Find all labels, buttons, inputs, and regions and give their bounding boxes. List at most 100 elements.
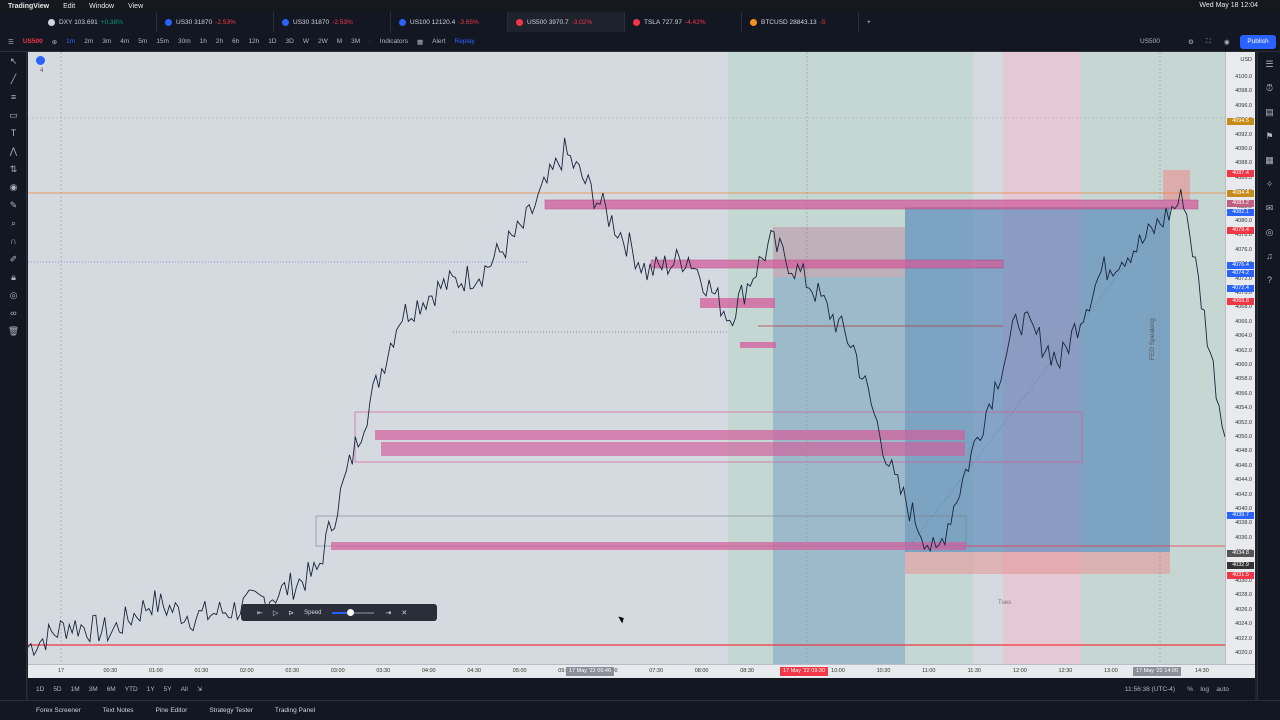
range-all[interactable]: All — [181, 686, 188, 693]
range-6m[interactable]: 6M — [107, 686, 116, 693]
bar-style-icon[interactable]: ⫶ — [369, 38, 371, 46]
menu-window[interactable]: Window — [89, 3, 114, 10]
tab-us30-2[interactable]: US30 31870 -2.53% — [274, 12, 391, 32]
magnet-icon[interactable]: ∩ — [0, 232, 27, 250]
app-name[interactable]: TradingView — [8, 3, 49, 10]
eye-icon[interactable]: ◉ — [0, 178, 27, 196]
menu-edit[interactable]: Edit — [63, 3, 75, 10]
interval-30m[interactable]: 30m — [178, 38, 191, 45]
price-axis[interactable]: USD 4100.04098.04096.04094.04092.04090.0… — [1225, 52, 1255, 664]
chat-icon[interactable]: ✉ — [1258, 196, 1280, 220]
interval-w[interactable]: W — [303, 38, 309, 45]
zone-box[interactable] — [331, 542, 966, 550]
watchlist-icon[interactable]: ☰ — [1258, 52, 1280, 76]
interval-1h[interactable]: 1h — [200, 38, 207, 45]
replay-step-icon[interactable]: ⊳ — [288, 609, 294, 617]
menu-icon[interactable]: ☰ — [8, 38, 14, 46]
interval-2m[interactable]: 2m — [84, 38, 93, 45]
layout-icon[interactable]: ▦ — [417, 38, 423, 46]
interval-6h[interactable]: 6h — [232, 38, 239, 45]
replay-button[interactable]: Replay — [455, 38, 475, 45]
chart-legend-icon[interactable] — [36, 56, 45, 65]
interval-3d[interactable]: 3D — [286, 38, 294, 45]
tab-tsla[interactable]: TSLA 727.97 -4.42% — [625, 12, 742, 32]
alert-button[interactable]: Alert — [432, 38, 445, 45]
log-toggle[interactable]: log — [1200, 686, 1209, 693]
calendar-icon[interactable]: ▦ — [1258, 148, 1280, 172]
compare-icon[interactable]: ⊕ — [52, 38, 57, 46]
symbol-search[interactable]: US500 — [23, 38, 43, 45]
speed-knob[interactable] — [347, 608, 355, 616]
tab-pine-editor[interactable]: Pine Editor — [156, 707, 188, 714]
interval-1m[interactable]: 1m — [66, 38, 75, 45]
tab-us30[interactable]: US30 31870 -2.53% — [157, 12, 274, 32]
link-icon[interactable]: ∞ — [0, 304, 27, 322]
range-5d[interactable]: 5D — [53, 686, 61, 693]
interval-3m[interactable]: 3m — [102, 38, 111, 45]
stop-zone[interactable] — [905, 552, 1170, 574]
interval-m[interactable]: M — [337, 38, 342, 45]
prediction-icon[interactable]: ⇅ — [0, 160, 27, 178]
hotlist-icon[interactable]: ⚑ — [1258, 124, 1280, 148]
replay-close-icon[interactable]: ✕ — [401, 609, 407, 617]
range-3m[interactable]: 3M — [89, 686, 98, 693]
trash-icon[interactable]: 🗑︎ — [0, 322, 27, 340]
cursor-icon[interactable]: ↖ — [0, 52, 27, 70]
alerts-icon[interactable]: ⏰︎ — [1258, 76, 1280, 100]
interval-2w[interactable]: 2W — [318, 38, 328, 45]
ideas-icon[interactable]: ✧ — [1258, 172, 1280, 196]
range-5y[interactable]: 5Y — [164, 686, 172, 693]
indicators-button[interactable]: Indicators — [380, 38, 408, 45]
tab-forex-screener[interactable]: Forex Screener — [36, 707, 81, 714]
zoom-icon[interactable]: ⌕ — [0, 214, 27, 232]
rectangle-icon[interactable]: ▭ — [0, 106, 27, 124]
publish-button[interactable]: Publish — [1240, 35, 1276, 49]
pattern-icon[interactable]: ⋀ — [0, 142, 27, 160]
range-1d[interactable]: 1D — [36, 686, 44, 693]
notifications-icon[interactable]: ♫ — [1258, 244, 1280, 268]
tab-trading-panel[interactable]: Trading Panel — [275, 707, 315, 714]
tab-us100[interactable]: US100 12120.4 -3.65% — [391, 12, 508, 32]
replay-forward-icon[interactable]: ⇥ — [386, 609, 392, 617]
range-1m[interactable]: 1M — [71, 686, 80, 693]
tab-dxy[interactable]: DXY 103.691 +0.38% — [40, 12, 157, 32]
tab-text-notes[interactable]: Text Notes — [103, 707, 134, 714]
brush-icon[interactable]: ✎ — [0, 196, 27, 214]
zone-box[interactable] — [381, 442, 965, 456]
zone-box[interactable] — [544, 199, 1199, 210]
interval-2h[interactable]: 2h — [216, 38, 223, 45]
text-icon[interactable]: T — [0, 124, 27, 142]
horizontal-lines-icon[interactable]: ≡ — [0, 88, 27, 106]
trendline-icon[interactable]: ╱ — [0, 70, 27, 88]
camera-icon[interactable]: ◉ — [1224, 38, 1230, 46]
pencil-icon[interactable]: ✐ — [0, 250, 27, 268]
right-symbol[interactable]: US500 — [1140, 38, 1160, 45]
interval-3m-long[interactable]: 3M — [351, 38, 360, 45]
goto-date-icon[interactable]: ⇲ — [197, 685, 202, 693]
streams-icon[interactable]: ◎ — [1258, 220, 1280, 244]
speed-slider[interactable] — [331, 608, 374, 616]
zone-box[interactable] — [650, 259, 1004, 269]
auto-toggle[interactable]: auto — [1216, 686, 1229, 693]
settings-icon[interactable]: ⚙ — [1188, 38, 1194, 46]
help-icon[interactable]: ? — [1258, 268, 1280, 292]
replay-play-icon[interactable]: ▷ — [273, 609, 278, 617]
tab-btcusd[interactable]: BTCUSD 28843.13 -5 — [742, 12, 859, 32]
stop-zone-upper[interactable] — [773, 227, 905, 277]
tab-strategy-tester[interactable]: Strategy Tester — [209, 707, 253, 714]
tab-us500[interactable]: US500 3970.7 -3.02% — [508, 12, 625, 32]
currency-label[interactable]: USD — [1240, 57, 1252, 63]
replay-jump-icon[interactable]: ⇤ — [257, 609, 263, 617]
time-axis[interactable]: 17 00:30 01:00 01:30 02:00 02:30 03:00 03:30 04:… — [28, 664, 1255, 678]
chart-pane[interactable]: 4 — [28, 52, 1225, 664]
interval-4m[interactable]: 4m — [120, 38, 129, 45]
visibility-icon[interactable]: ◎ — [0, 286, 27, 304]
interval-12h[interactable]: 12h — [248, 38, 259, 45]
stop-zone-right[interactable] — [1163, 170, 1190, 200]
data-window-icon[interactable]: ▤ — [1258, 100, 1280, 124]
zone-box[interactable] — [740, 342, 776, 348]
range-1y[interactable]: 1Y — [147, 686, 155, 693]
range-ytd[interactable]: YTD — [125, 686, 138, 693]
chart-canvas[interactable] — [28, 52, 1225, 664]
interval-5m[interactable]: 5m — [138, 38, 147, 45]
